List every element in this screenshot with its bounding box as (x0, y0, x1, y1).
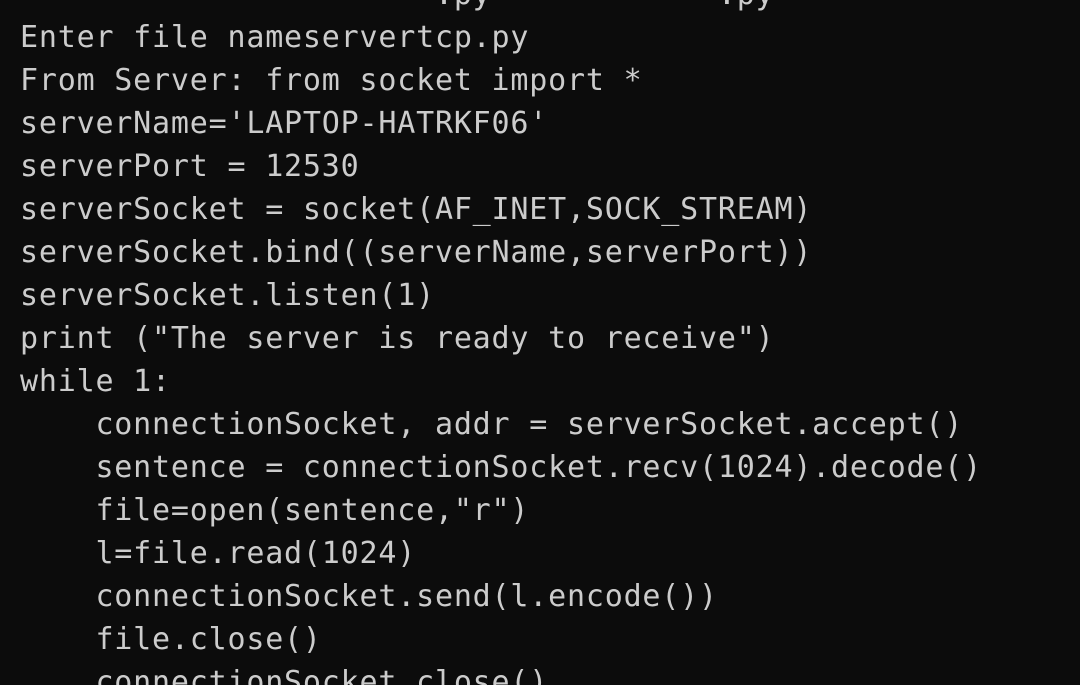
terminal-window[interactable]: .py .py Enter file nameservertcp.py From… (0, 0, 1080, 685)
terminal-line: serverSocket.listen(1) (20, 278, 435, 313)
terminal-line: connectionSocket.close() (20, 665, 549, 685)
terminal-output: .py .py Enter file nameservertcp.py From… (20, 0, 1080, 685)
terminal-line: l=file.read(1024) (20, 536, 417, 571)
terminal-line: sentence = connectionSocket.recv(1024).d… (20, 450, 982, 485)
terminal-line: serverPort = 12530 (20, 149, 360, 184)
terminal-line: file.close() (20, 622, 322, 657)
terminal-line: connectionSocket.send(l.encode()) (20, 579, 718, 614)
terminal-line: serverSocket = socket(AF_INET,SOCK_STREA… (20, 192, 813, 227)
terminal-line: while 1: (20, 364, 171, 399)
terminal-line: serverSocket.bind((serverName,serverPort… (20, 235, 813, 270)
terminal-line-partial: .py .py (20, 0, 1080, 16)
terminal-line: From Server: from socket import * (20, 63, 643, 98)
terminal-line: print ("The server is ready to receive") (20, 321, 775, 356)
terminal-line-prompt: Enter file nameservertcp.py (20, 20, 530, 55)
terminal-line: file=open(sentence,"r") (20, 493, 530, 528)
terminal-line: serverName='LAPTOP-HATRKF06' (20, 106, 549, 141)
terminal-line: connectionSocket, addr = serverSocket.ac… (20, 407, 964, 442)
